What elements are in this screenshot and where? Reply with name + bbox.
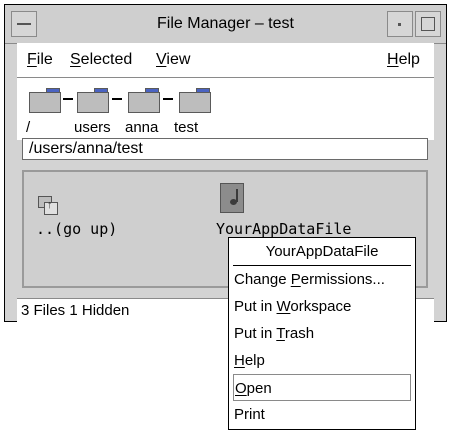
folder-icon[interactable] <box>179 88 211 113</box>
folder-icon[interactable] <box>77 88 109 113</box>
minimize-icon[interactable] <box>387 11 413 37</box>
path-label-test[interactable]: test <box>174 119 198 137</box>
title-bar[interactable]: File Manager – test <box>5 5 446 44</box>
path-label-root[interactable]: / <box>26 119 30 137</box>
folder-up-icon[interactable] <box>38 194 58 216</box>
path-separator <box>112 98 122 100</box>
menu-help[interactable]: Help <box>387 43 420 77</box>
menu-view[interactable]: View <box>156 43 190 77</box>
menu-item-print[interactable]: Print <box>233 401 411 428</box>
window-title: File Manager – test <box>157 15 294 32</box>
menu-file[interactable]: File <box>27 43 53 77</box>
menu-item-put-in-trash[interactable]: Put in Trash <box>233 320 411 347</box>
iconic-path: / users anna test <box>17 78 434 140</box>
menu-item-help[interactable]: Help <box>233 347 411 374</box>
file-go-up-label[interactable]: ..(go up) <box>36 220 117 238</box>
menu-selected[interactable]: Selected <box>70 43 132 77</box>
folder-icon[interactable] <box>128 88 160 113</box>
menu-bar: File Selected View Help <box>17 43 434 78</box>
maximize-icon[interactable] <box>415 11 441 37</box>
popup-menu-title: YourAppDataFile <box>265 243 379 260</box>
menu-item-change-permissions[interactable]: Change Permissions... <box>233 266 411 293</box>
file-popup-menu: YourAppDataFile Change Permissions... Pu… <box>228 237 416 430</box>
path-separator <box>163 98 173 100</box>
file-yourappdatafile-label[interactable]: YourAppDataFile <box>216 220 351 238</box>
path-label-anna[interactable]: anna <box>125 119 158 137</box>
path-separator <box>63 98 73 100</box>
menu-item-put-in-workspace[interactable]: Put in Workspace <box>233 293 411 320</box>
path-input[interactable]: /users/anna/test <box>22 138 428 160</box>
path-label-users[interactable]: users <box>74 119 111 137</box>
music-file-icon[interactable] <box>220 183 244 213</box>
menu-item-open[interactable]: Open <box>233 374 411 401</box>
folder-icon[interactable] <box>29 88 61 113</box>
